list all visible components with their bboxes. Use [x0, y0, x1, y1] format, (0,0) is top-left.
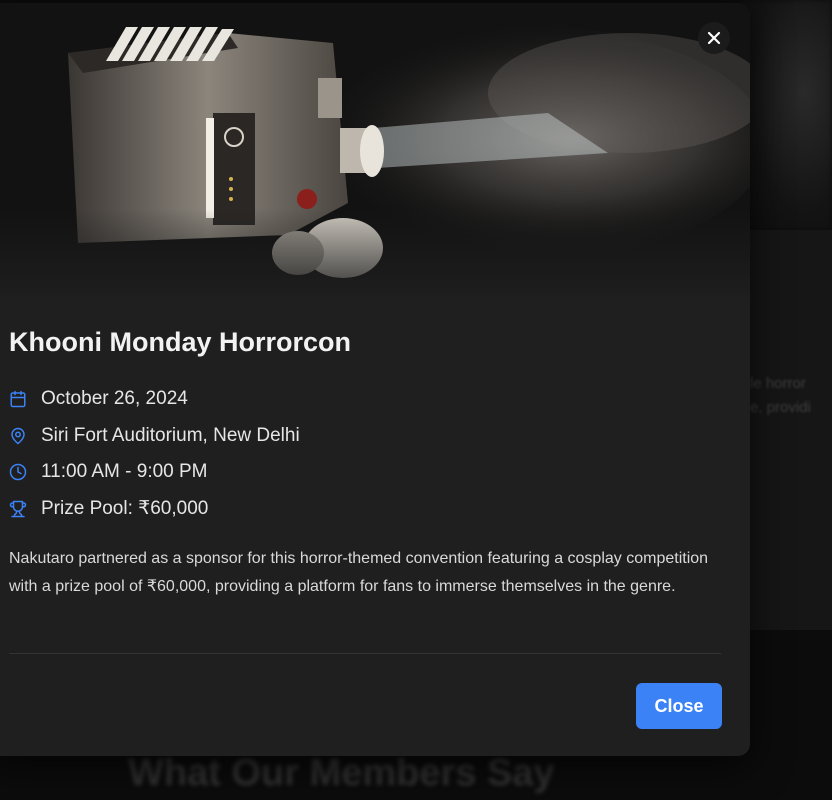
modal-close-icon-button[interactable]: [698, 22, 730, 54]
event-time-text: 11:00 AM - 9:00 PM: [41, 461, 208, 483]
clock-icon: [9, 463, 27, 481]
map-pin-icon: [9, 427, 27, 445]
background-snippet-line: e, providi: [750, 399, 811, 416]
event-modal: Khooni Monday Horrorcon October 26, 2024: [0, 3, 750, 756]
calendar-icon: [9, 390, 27, 408]
event-description: Nakutaro partnered as a sponsor for this…: [9, 550, 709, 595]
close-button[interactable]: Close: [636, 683, 722, 729]
modal-divider: [9, 653, 721, 654]
event-location: Siri Fort Auditorium, New Delhi: [9, 418, 300, 455]
event-details: October 26, 2024 Siri Fort Auditorium, N…: [9, 381, 300, 527]
projector-illustration: [0, 3, 750, 297]
event-prize: Prize Pool: ₹60,000: [9, 491, 300, 528]
background-snippet: le horror e, providi: [750, 372, 832, 420]
event-date: October 26, 2024: [9, 381, 300, 418]
background-image: [740, 0, 832, 230]
close-icon: [707, 31, 721, 45]
background-snippet-line: le horror: [750, 375, 806, 392]
event-date-text: October 26, 2024: [41, 388, 188, 410]
event-time: 11:00 AM - 9:00 PM: [9, 454, 300, 491]
event-location-text: Siri Fort Auditorium, New Delhi: [41, 424, 300, 446]
event-title: Khooni Monday Horrorcon: [9, 327, 351, 357]
event-prize-text: Prize Pool: ₹60,000: [41, 498, 209, 520]
background-card: [740, 230, 832, 630]
event-hero-image: [0, 3, 750, 297]
trophy-icon: [9, 500, 27, 518]
background-section-heading: What Our Members Say: [128, 752, 555, 794]
